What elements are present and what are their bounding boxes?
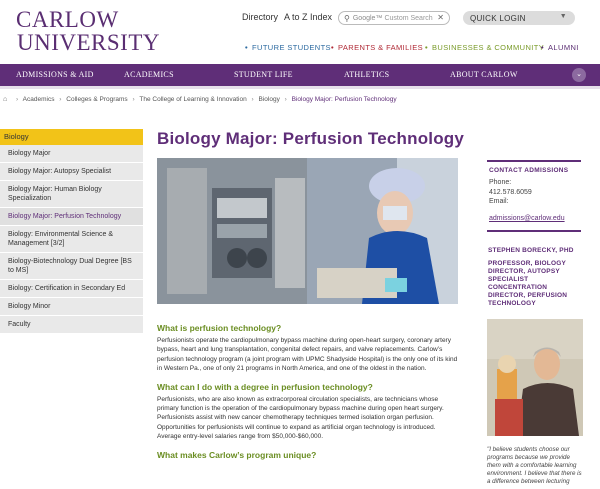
audience-label: FUTURE STUDENTS: [252, 43, 331, 52]
contact-heading: CONTACT ADMISSIONS: [489, 167, 569, 174]
nav-athletics[interactable]: ATHLETICS: [344, 70, 389, 79]
audience-label: ALUMNI: [548, 43, 579, 52]
audience-label: PARENTS & FAMILIES: [338, 43, 424, 52]
admissions-email-link[interactable]: admissions@carlow.edu: [489, 215, 565, 222]
audience-label: BUSINESSES & COMMUNITY: [432, 43, 545, 52]
section-heading: What can I do with a degree in perfusion…: [157, 381, 373, 392]
bullet-icon: •: [331, 43, 335, 52]
search-placeholder: Custom Search: [384, 14, 433, 22]
clear-search-icon[interactable]: ✕: [437, 13, 444, 22]
future-students-link[interactable]: • FUTURE STUDENTS: [245, 43, 331, 52]
nav-divider: [0, 86, 600, 89]
breadcrumb-current: Biology Major: Perfusion Technology: [291, 96, 397, 103]
faculty-name: STEPHEN BORECKY, PHD: [488, 247, 574, 254]
breadcrumb-biology[interactable]: Biology: [259, 96, 280, 103]
directory-link[interactable]: Directory: [242, 12, 278, 22]
sidebar-item-perfusion-technology[interactable]: Biology Major: Perfusion Technology: [0, 208, 143, 226]
divider: [487, 229, 581, 232]
sidebar-item-environmental-science[interactable]: Biology: Environmental Science & Managem…: [0, 226, 143, 253]
bullet-icon: •: [245, 43, 249, 52]
perfusion-lab-photo: [157, 158, 458, 304]
home-icon[interactable]: ⌂: [3, 96, 7, 103]
sidebar-item-autopsy-specialist[interactable]: Biology Major: Autopsy Specialist: [0, 163, 143, 181]
phone-number[interactable]: 412.578.6059: [489, 188, 585, 198]
faculty-spotlight: STEPHEN BORECKY, PHD PROFESSOR, BIOLOGY …: [487, 247, 585, 486]
quick-login-dropdown[interactable]: QUICK LOGIN ▼: [463, 11, 575, 25]
sidebar-item-biotechnology-dual-degree[interactable]: Biology-Biotechnology Dual Degree [BS to…: [0, 253, 143, 280]
sidebar-item-biology-minor[interactable]: Biology Minor: [0, 298, 143, 316]
breadcrumb: ⌂ › Academics › Colleges & Programs › Th…: [3, 96, 397, 103]
google-brand: Google™: [352, 14, 383, 22]
section-paragraph: Perfusionists, who are also known as ext…: [157, 395, 444, 441]
sidebar-heading[interactable]: Biology: [0, 129, 143, 145]
a-to-z-index-link[interactable]: A to Z Index: [284, 12, 332, 22]
breadcrumb-academics[interactable]: Academics: [23, 96, 55, 103]
nav-student-life[interactable]: STUDENT LIFE: [234, 70, 293, 79]
page-title: Biology Major: Perfusion Technology: [157, 129, 465, 148]
sidebar-item-faculty[interactable]: Faculty: [0, 316, 143, 334]
breadcrumb-separator: ›: [251, 96, 254, 103]
main-navigation: ADMISSIONS & AID ACADEMICS STUDENT LIFE …: [0, 64, 600, 86]
sidebar-item-biology-major[interactable]: Biology Major: [0, 145, 143, 163]
contact-admissions-box: CONTACT ADMISSIONS Phone: 412.578.6059 E…: [487, 160, 585, 232]
faculty-photo: [487, 319, 583, 436]
section-paragraph: Perfusionists operate the cardiopulmonar…: [157, 337, 458, 373]
divider: [487, 160, 581, 162]
section-sidebar: Biology Biology Major Biology Major: Aut…: [0, 129, 143, 334]
section-heading: What makes Carlow’s program unique?: [157, 449, 317, 460]
nav-about-carlow[interactable]: ABOUT CARLOW: [450, 70, 518, 79]
parents-families-link[interactable]: • PARENTS & FAMILIES: [331, 43, 423, 52]
businesses-community-link[interactable]: • BUSINESSES & COMMUNITY: [425, 43, 544, 52]
quick-login-label: QUICK LOGIN: [470, 13, 526, 23]
breadcrumb-college-learning-innovation[interactable]: The College of Learning & Innovation: [139, 96, 246, 103]
expand-menu-chevron-icon[interactable]: ⌄: [572, 68, 586, 82]
faculty-title: PROFESSOR, BIOLOGY DIRECTOR, AUTOPSY SPE…: [488, 260, 568, 307]
nav-academics[interactable]: ACADEMICS: [124, 70, 174, 79]
logo-line-1: CARLOW: [16, 7, 119, 32]
bullet-icon: •: [425, 43, 429, 52]
faculty-quote: "I believe students choose our programs …: [487, 446, 582, 485]
phone-label: Phone:: [489, 179, 512, 186]
bullet-icon: •: [541, 43, 545, 52]
article-body: What is perfusion technology? Perfusioni…: [157, 323, 459, 463]
email-label: Email:: [489, 198, 509, 205]
breadcrumb-separator: ›: [59, 96, 62, 103]
search-icon: ⚲: [344, 13, 350, 23]
breadcrumb-separator: ›: [132, 96, 135, 103]
alumni-link[interactable]: • ALUMNI: [541, 43, 579, 52]
sidebar-item-secondary-ed[interactable]: Biology: Certification in Secondary Ed: [0, 280, 143, 298]
section-heading: What is perfusion technology?: [157, 323, 282, 333]
chevron-down-icon: ▼: [559, 13, 567, 20]
breadcrumb-separator: ›: [284, 96, 287, 103]
breadcrumb-colleges-programs[interactable]: Colleges & Programs: [66, 96, 127, 103]
search-input[interactable]: ⚲ Google™ Custom Search ✕: [338, 11, 450, 25]
breadcrumb-separator: ›: [16, 96, 19, 103]
logo-line-2: UNIVERSITY: [17, 30, 160, 55]
nav-admissions-aid[interactable]: ADMISSIONS & AID: [16, 70, 94, 79]
sidebar-item-human-biology[interactable]: Biology Major: Human Biology Specializat…: [0, 181, 143, 208]
carlow-logo[interactable]: CARLOW UNIVERSITY: [16, 7, 160, 58]
